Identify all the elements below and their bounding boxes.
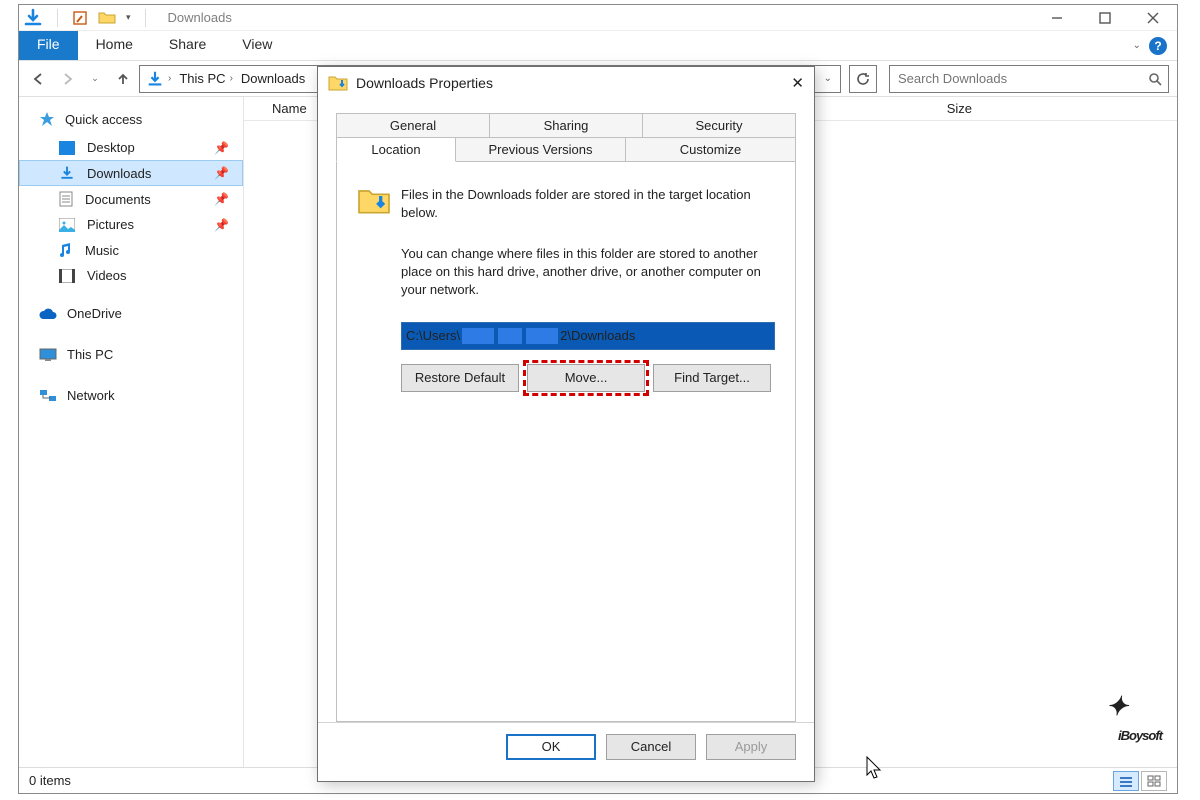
- pin-icon: 📌: [214, 192, 229, 206]
- dialog-titlebar[interactable]: Downloads Properties ✕: [318, 67, 814, 99]
- tab-strip: General Sharing Security Location Previo…: [336, 113, 796, 163]
- close-button[interactable]: [1131, 6, 1175, 30]
- details-view-button[interactable]: [1113, 771, 1139, 791]
- sidebar-item-network[interactable]: Network: [19, 384, 243, 411]
- folder-icon: [357, 186, 391, 216]
- network-icon: [39, 389, 57, 403]
- maximize-button[interactable]: [1083, 6, 1127, 30]
- search-box[interactable]: [889, 65, 1169, 93]
- minimize-button[interactable]: [1035, 6, 1079, 30]
- cancel-button[interactable]: Cancel: [606, 734, 696, 760]
- crumb-thispc[interactable]: This PC: [179, 71, 225, 86]
- restore-default-button[interactable]: Restore Default: [401, 364, 519, 392]
- dialog-footer: OK Cancel Apply: [318, 722, 814, 770]
- up-button[interactable]: [111, 67, 135, 91]
- qat-folder-icon[interactable]: [98, 10, 116, 26]
- desktop-icon: [59, 141, 75, 155]
- tab-security[interactable]: Security: [642, 113, 796, 138]
- back-button[interactable]: [27, 67, 51, 91]
- find-target-button[interactable]: Find Target...: [653, 364, 771, 392]
- downloads-icon: [23, 8, 43, 28]
- home-tab[interactable]: Home: [78, 31, 151, 60]
- pictures-icon: [59, 218, 75, 232]
- crumb-downloads[interactable]: Downloads: [241, 71, 305, 86]
- sidebar-item-thispc[interactable]: This PC: [19, 343, 243, 370]
- ribbon: File Home Share View ⌄ ?: [19, 31, 1177, 61]
- title-bar: ▾ Downloads: [19, 5, 1177, 31]
- col-name[interactable]: Name: [272, 101, 307, 116]
- videos-icon: [59, 269, 75, 283]
- tab-content-location: Files in the Downloads folder are stored…: [336, 162, 796, 722]
- ok-button[interactable]: OK: [506, 734, 596, 760]
- help-icon[interactable]: ?: [1149, 37, 1167, 55]
- window-title: Downloads: [168, 10, 232, 25]
- refresh-button[interactable]: [849, 65, 877, 93]
- watermark-logo: ✦ iBoysoft: [1118, 705, 1162, 750]
- sidebar-item-desktop[interactable]: Desktop📌: [19, 135, 243, 160]
- view-tab[interactable]: View: [224, 31, 290, 60]
- dialog-close-button[interactable]: ✕: [791, 74, 804, 92]
- pin-icon: 📌: [214, 218, 229, 232]
- apply-button[interactable]: Apply: [706, 734, 796, 760]
- search-input[interactable]: [896, 70, 1148, 87]
- tab-previous-versions[interactable]: Previous Versions: [455, 137, 626, 162]
- thispc-icon: [39, 348, 57, 362]
- share-tab[interactable]: Share: [151, 31, 224, 60]
- flame-icon: ✦: [1106, 691, 1127, 722]
- sidebar-item-pictures[interactable]: Pictures📌: [19, 212, 243, 237]
- pin-icon: 📌: [214, 166, 229, 180]
- nav-pane: Quick access Desktop📌 Downloads📌 Documen…: [19, 97, 244, 767]
- onedrive-icon: [39, 308, 57, 320]
- quick-access-section[interactable]: Quick access: [19, 107, 243, 135]
- quick-access-icon: [39, 111, 55, 127]
- sidebar-item-downloads[interactable]: Downloads📌: [19, 160, 243, 186]
- folder-icon: [328, 74, 348, 92]
- file-menu[interactable]: File: [19, 31, 78, 60]
- tab-general[interactable]: General: [336, 113, 490, 138]
- thumbnails-view-button[interactable]: [1141, 771, 1167, 791]
- sidebar-item-documents[interactable]: Documents📌: [19, 186, 243, 212]
- sidebar-item-music[interactable]: Music: [19, 237, 243, 263]
- forward-button[interactable]: [55, 67, 79, 91]
- location-intro-text: Files in the Downloads folder are stored…: [401, 186, 775, 221]
- cursor-icon: [866, 756, 884, 780]
- tab-customize[interactable]: Customize: [625, 137, 796, 162]
- downloads-crumb-icon: [146, 70, 164, 88]
- sidebar-item-onedrive[interactable]: OneDrive: [19, 302, 243, 329]
- tab-location[interactable]: Location: [336, 137, 456, 162]
- status-item-count: 0 items: [29, 773, 71, 788]
- downloads-icon: [59, 165, 75, 181]
- location-desc-text: You can change where files in this folde…: [401, 245, 775, 300]
- qat-properties-icon[interactable]: [72, 10, 88, 26]
- pin-icon: 📌: [214, 141, 229, 155]
- col-size[interactable]: Size: [947, 101, 972, 116]
- search-icon[interactable]: [1148, 72, 1162, 86]
- location-path-input[interactable]: C:\Users\ 2\Downloads: [401, 322, 775, 350]
- properties-dialog: Downloads Properties ✕ General Sharing S…: [317, 66, 815, 782]
- tab-sharing[interactable]: Sharing: [489, 113, 643, 138]
- recent-dropdown[interactable]: ⌄: [83, 67, 107, 91]
- qat-dropdown-icon[interactable]: ▾: [126, 12, 131, 23]
- ribbon-collapse-icon[interactable]: ⌄: [1133, 40, 1141, 51]
- sidebar-item-videos[interactable]: Videos: [19, 263, 243, 288]
- documents-icon: [59, 191, 73, 207]
- dialog-title: Downloads Properties: [356, 75, 493, 91]
- move-button[interactable]: Move...: [527, 364, 645, 392]
- music-icon: [59, 242, 73, 258]
- address-dropdown-icon[interactable]: ⌄: [824, 73, 838, 84]
